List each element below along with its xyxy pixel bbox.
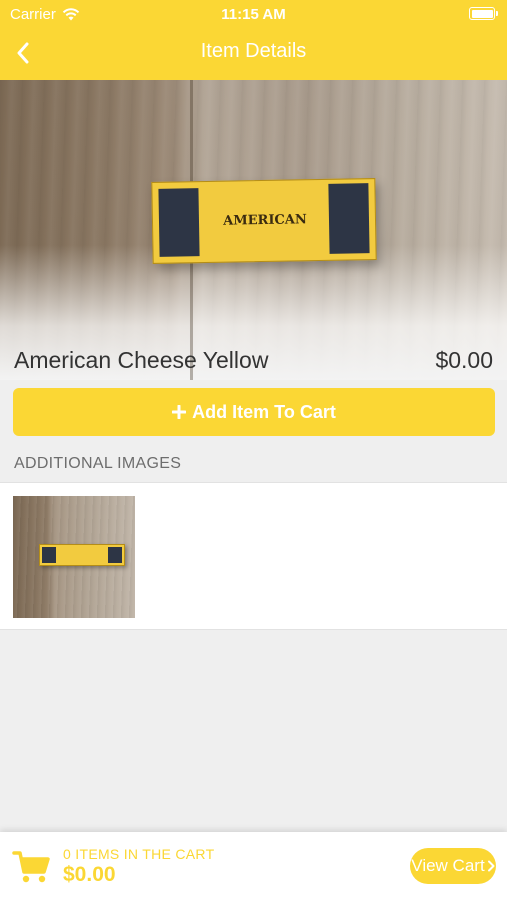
- thumbnail-product-box: [39, 544, 125, 566]
- battery-nub: [496, 11, 498, 16]
- cart-items-count: 0 ITEMS IN THE CART: [63, 846, 215, 862]
- nav-bar: Carrier 11:15 AM Item Details: [0, 0, 507, 80]
- additional-images-header: ADDITIONAL IMAGES: [14, 455, 182, 472]
- additional-images-strip: [0, 482, 507, 630]
- page-title: Item Details: [200, 40, 307, 62]
- box-band-right: [328, 183, 370, 254]
- add-to-cart-label: Add Item To Cart: [192, 401, 336, 422]
- product-photo-box: AMERICAN: [151, 178, 377, 264]
- cart-footer: 0 ITEMS IN THE CART $0.00 View Cart: [0, 832, 507, 900]
- chevron-right-icon: [487, 860, 495, 872]
- status-bar: Carrier 11:15 AM: [0, 0, 507, 28]
- status-time: 11:15 AM: [221, 6, 286, 23]
- box-band-left: [158, 188, 200, 257]
- add-to-cart-button[interactable]: Add Item To Cart: [13, 388, 495, 436]
- product-price: $0.00: [435, 347, 493, 373]
- plus-icon: [172, 405, 187, 419]
- product-main-image: AMERICAN: [0, 80, 507, 380]
- view-cart-label: View Cart: [411, 856, 485, 875]
- battery-fill: [471, 9, 493, 18]
- product-name: American Cheese Yellow: [14, 347, 269, 373]
- product-info-row: American Cheese Yellow $0.00: [0, 345, 507, 381]
- box-label-text: AMERICAN: [223, 212, 307, 229]
- battery-icon: [469, 7, 498, 20]
- cart-icon: [12, 851, 50, 883]
- additional-image-thumbnail[interactable]: [13, 496, 135, 618]
- cart-total: $0.00: [63, 863, 116, 886]
- view-cart-button[interactable]: View Cart: [410, 848, 496, 884]
